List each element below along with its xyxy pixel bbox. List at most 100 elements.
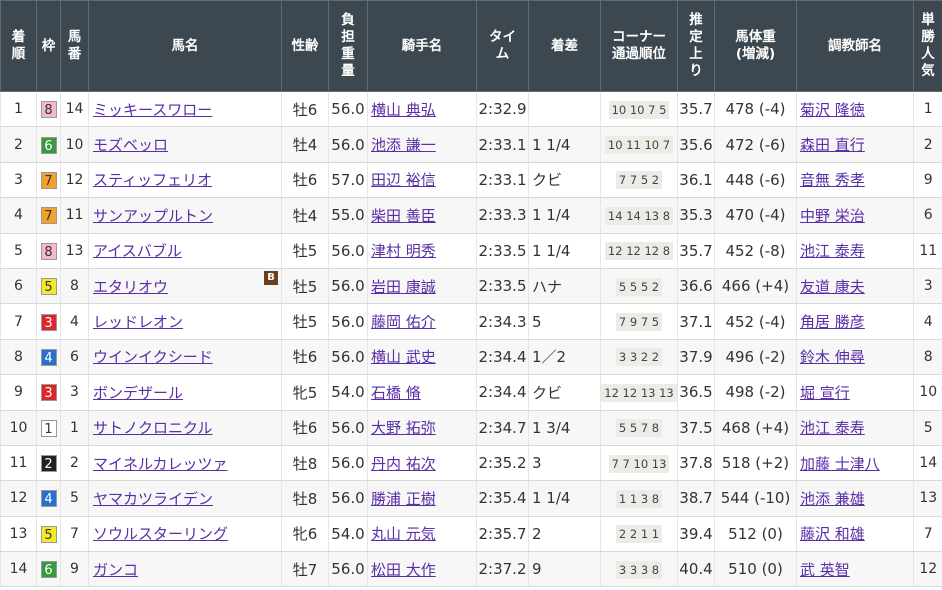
trainer-link[interactable]: 音無 秀孝 [800, 171, 865, 189]
header-jockey[interactable]: 騎手名 [367, 0, 477, 92]
corner-positions: 3 3 2 2 [615, 348, 663, 367]
jockey-link[interactable]: 横山 典弘 [371, 101, 436, 119]
header-trainer[interactable]: 調教師名 [796, 0, 914, 92]
header-num[interactable]: 馬番 [60, 0, 89, 92]
time-cell: 2:33.3 [476, 197, 529, 234]
horse-number-cell: 14 [60, 91, 89, 128]
horse-name-link[interactable]: サンアップルトン [93, 207, 213, 225]
blinker-icon: B [264, 270, 278, 285]
horse-name-link[interactable]: ガンコ [93, 561, 138, 579]
waku-cell: 5 [36, 516, 61, 553]
time-cell: 2:35.4 [476, 480, 529, 517]
jockey-cell: 勝浦 正樹 [367, 480, 477, 517]
corner-positions: 12 12 12 8 [604, 242, 674, 261]
sex-age-cell: 牡6 [281, 91, 329, 128]
header-corner[interactable]: コーナー 通過順位 [600, 0, 678, 92]
horse-name-link[interactable]: レッドレオン [93, 313, 183, 331]
header-horse[interactable]: 馬名 [88, 0, 282, 92]
jockey-link[interactable]: 岩田 康誠 [371, 278, 436, 296]
header-last3f[interactable]: 推定上り [677, 0, 715, 92]
jockey-link[interactable]: 津村 明秀 [371, 242, 436, 260]
horse-name-cell: エタリオウ B [88, 268, 282, 305]
jockey-link[interactable]: 松田 大作 [371, 561, 436, 579]
body-weight-cell: 448 (-6) [714, 162, 797, 199]
trainer-link[interactable]: 菊沢 隆徳 [800, 101, 865, 119]
trainer-link[interactable]: 武 英智 [800, 561, 850, 579]
margin-cell: ハナ [528, 268, 601, 305]
horse-name-cell: ソウルスターリング [88, 516, 282, 553]
horse-name-link[interactable]: サトノクロニクル [93, 419, 213, 437]
trainer-link[interactable]: 友道 康夫 [800, 278, 865, 296]
trainer-link[interactable]: 鈴木 伸尋 [800, 348, 865, 366]
sex-age-cell: 牡6 [281, 410, 329, 446]
popularity-cell: 2 [913, 126, 942, 163]
waku-badge: 1 [40, 419, 57, 437]
body-weight-cell: 544 (-10) [714, 480, 797, 517]
jockey-link[interactable]: 池添 謙一 [371, 136, 436, 154]
header-popularity[interactable]: 単勝人気 [913, 0, 942, 92]
jockey-link[interactable]: 丹内 祐次 [371, 455, 436, 473]
trainer-link[interactable]: 池江 泰寿 [800, 242, 865, 260]
trainer-link[interactable]: 藤沢 和雄 [800, 525, 865, 543]
jockey-cell: 松田 大作 [367, 551, 477, 588]
jockey-link[interactable]: 横山 武史 [371, 348, 436, 366]
sex-age-cell: 牡4 [281, 126, 329, 163]
trainer-link[interactable]: 池江 泰寿 [800, 419, 865, 437]
corner-positions: 7 7 10 13 [608, 454, 670, 473]
horse-name-link[interactable]: スティッフェリオ [93, 171, 212, 189]
header-time[interactable]: タイム [476, 0, 529, 92]
header-weight[interactable]: 負担重量 [328, 0, 368, 92]
header-row: 着順 枠 馬番 馬名 性齢 負担重量 騎手名 タイム 着差 コーナー 通過順位 推… [0, 0, 942, 92]
jockey-link[interactable]: 丸山 元気 [371, 525, 436, 543]
horse-name-link[interactable]: マイネルカレッツァ [93, 455, 228, 473]
jockey-cell: 田辺 裕信 [367, 162, 477, 199]
horse-name-link[interactable]: アイスバブル [93, 242, 182, 260]
horse-name-link[interactable]: ヤマカツライデン [93, 490, 213, 508]
header-body-weight[interactable]: 馬体重 (増減) [714, 0, 797, 92]
horse-name-link[interactable]: ボンデザール [93, 384, 183, 402]
jockey-link[interactable]: 石橋 脩 [371, 384, 421, 402]
trainer-cell: 森田 直行 [796, 126, 914, 163]
trainer-link[interactable]: 加藤 士津八 [800, 455, 880, 473]
waku-cell: 6 [36, 126, 61, 163]
horse-number-cell: 1 [60, 410, 89, 446]
jockey-link[interactable]: 大野 拓弥 [371, 419, 436, 437]
body-weight-cell: 466 (+4) [714, 268, 797, 305]
trainer-link[interactable]: 森田 直行 [800, 136, 865, 154]
corner-positions: 3 3 3 8 [615, 560, 663, 579]
horse-number-cell: 11 [60, 197, 89, 234]
trainer-cell: 角居 勝彦 [796, 303, 914, 340]
header-margin[interactable]: 着差 [528, 0, 601, 92]
jockey-link[interactable]: 柴田 善臣 [371, 207, 436, 225]
trainer-link[interactable]: 中野 栄治 [800, 207, 865, 225]
horse-name-link[interactable]: ウインイクシード [93, 348, 213, 366]
waku-badge: 7 [40, 171, 57, 189]
jockey-link[interactable]: 藤岡 佑介 [371, 313, 436, 331]
trainer-link[interactable]: 池添 兼雄 [800, 490, 865, 508]
horse-name-link[interactable]: ソウルスターリング [93, 525, 228, 543]
time-cell: 2:34.3 [476, 303, 529, 340]
horse-number-cell: 6 [60, 339, 89, 376]
header-sex-age[interactable]: 性齢 [281, 0, 329, 92]
jockey-link[interactable]: 田辺 裕信 [371, 171, 436, 189]
trainer-cell: 中野 栄治 [796, 197, 914, 234]
last3f-cell: 37.1 [677, 303, 715, 340]
weight-cell: 55.0 [328, 197, 368, 234]
trainer-link[interactable]: 堀 宣行 [800, 384, 850, 402]
sex-age-cell: 牡5 [281, 268, 329, 305]
horse-name-link[interactable]: エタリオウ [93, 278, 168, 296]
horse-name-link[interactable]: ミッキースワロー [93, 101, 212, 119]
horse-name-link[interactable]: モズベッロ [93, 136, 168, 154]
header-rank[interactable]: 着順 [0, 0, 37, 92]
weight-cell: 56.0 [328, 126, 368, 163]
margin-cell: 1 1/4 [528, 480, 601, 517]
jockey-link[interactable]: 勝浦 正樹 [371, 490, 436, 508]
horse-name-cell: アイスバブル [88, 233, 282, 269]
header-waku[interactable]: 枠 [36, 0, 61, 92]
margin-cell: 9 [528, 551, 601, 588]
rank-cell: 1 [0, 91, 37, 128]
trainer-link[interactable]: 角居 勝彦 [800, 313, 865, 331]
race-results-table: 着順 枠 馬番 馬名 性齢 負担重量 騎手名 タイム 着差 コーナー 通過順位 推… [0, 0, 942, 588]
weight-cell: 56.0 [328, 339, 368, 376]
horse-name-cell: ヤマカツライデン [88, 480, 282, 517]
